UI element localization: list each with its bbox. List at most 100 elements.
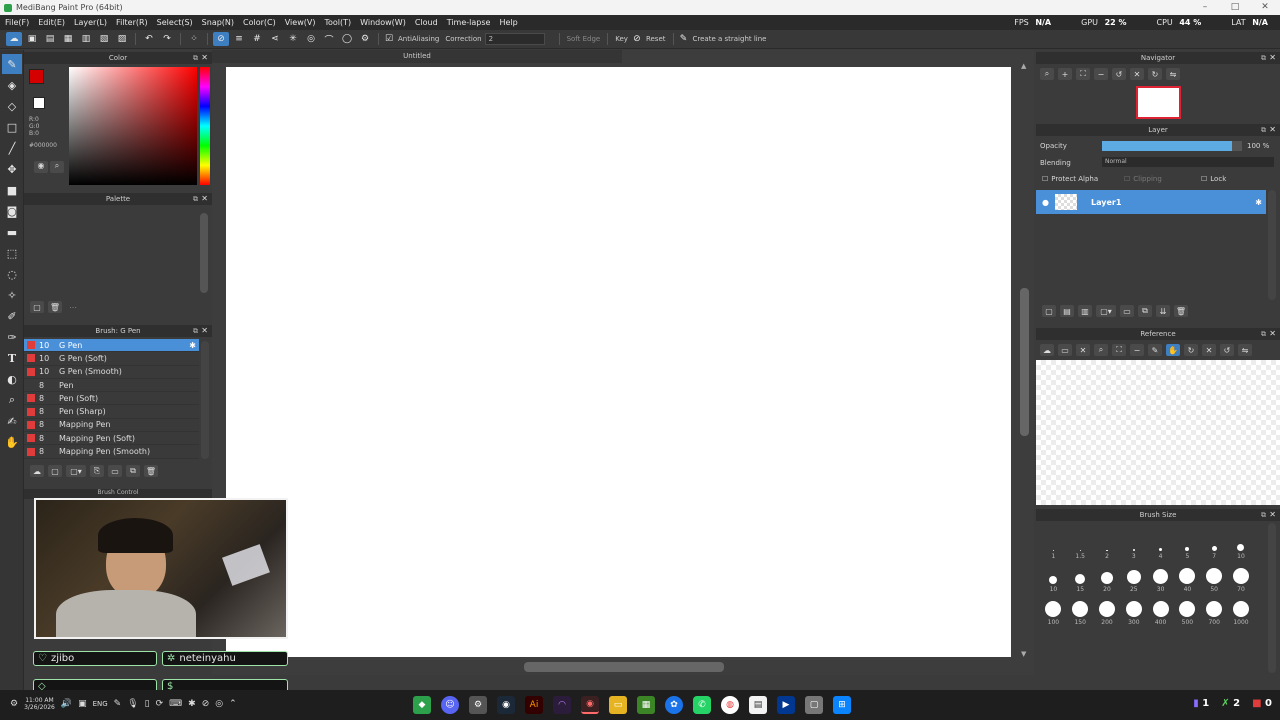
canvas-tab[interactable]: Untitled [212,50,622,63]
playstation-app-icon[interactable]: ▶ [777,696,795,714]
menu-file[interactable]: File(F) [5,18,29,27]
canvas-vertical-scrollbar[interactable] [1020,288,1029,436]
volume-icon[interactable]: 🔊 [61,699,72,709]
deselect-icon[interactable]: ⁘ [186,32,202,46]
palette-picker-icon[interactable]: ◉ [34,161,48,173]
brush-size-option[interactable]: 20 [1094,572,1121,593]
reset-icon[interactable]: ✕ [1202,344,1216,356]
actual-size-icon[interactable]: ⛶ [1076,68,1090,80]
delete-layer-icon[interactable]: 🗑 [1174,305,1188,317]
folder-icon[interactable]: ▭ [1120,305,1134,317]
close-icon[interactable]: ✕ [1269,328,1276,340]
brush-size-option[interactable]: 700 [1201,601,1228,626]
popout-icon[interactable]: ⧉ [193,193,198,205]
menu-snap[interactable]: Snap(N) [202,18,234,27]
brush-size-option[interactable]: 10 [1228,544,1255,560]
cloud-icon[interactable]: ☁ [1040,344,1054,356]
menu-layer[interactable]: Layer(L) [74,18,107,27]
brush-size-option[interactable]: 1 [1040,550,1067,560]
duplicate-layer-icon[interactable]: ⧉ [1138,305,1152,317]
layer-scrollbar[interactable] [1268,190,1276,300]
discord-app-icon[interactable]: ☺ [441,696,459,714]
straight-line-button[interactable]: Create a straight line [693,35,767,43]
add-layer-menu-icon[interactable]: ▢▾ [1096,305,1116,317]
pen-tool-icon[interactable]: ✎ [2,54,22,74]
brush-size-option[interactable]: 200 [1094,601,1121,626]
menu-cloud[interactable]: Cloud [415,18,438,27]
delete-brush-icon[interactable]: 🗑 [144,465,158,477]
divide-panel-icon[interactable]: ◐ [2,369,22,389]
gear-icon[interactable]: ✱ [189,341,196,350]
brush-size-option[interactable]: 500 [1174,601,1201,626]
zoom-in-icon[interactable]: ⌕ [1094,344,1108,356]
keyboard-icon[interactable]: ⌨ [169,699,182,709]
popout-icon[interactable]: ⧉ [1261,52,1266,64]
add-palette-icon[interactable]: ▢ [30,301,44,313]
hand-tool-icon[interactable]: ✋ [2,432,22,452]
battery-icon[interactable]: ▯ [145,699,150,709]
close-icon[interactable]: ✕ [201,52,208,64]
canvas-horizontal-scrollbar[interactable] [524,662,724,672]
eyedropper-icon[interactable]: ⌕ [2,390,22,410]
brush-size-option[interactable]: 4 [1147,548,1174,560]
menu-help[interactable]: Help [499,18,517,27]
minecraft-app-icon[interactable]: ▦ [637,696,655,714]
rectangle-tool-icon[interactable]: □ [2,117,22,137]
grid-icon[interactable]: ▨ [114,32,130,46]
brush-item[interactable]: 8 Pen (Sharp) [24,405,199,419]
delete-palette-icon[interactable]: 🗑 [48,301,62,313]
layer-row[interactable]: ● Layer1 ✱ [1036,190,1266,214]
brush-item[interactable]: 10 G Pen (Soft) [24,352,199,366]
brush-size-scrollbar[interactable] [1268,523,1276,673]
brush-size-option[interactable]: 1.5 [1067,550,1094,560]
eyedropper-icon[interactable]: ✎ [1148,344,1162,356]
export-icon[interactable]: ▥ [78,32,94,46]
mic-icon[interactable]: 🎙 [127,699,138,709]
language-indicator[interactable]: ENG [93,700,108,708]
brush-size-option[interactable]: 300 [1120,601,1147,626]
new-file-icon[interactable]: ▣ [24,32,40,46]
select-tool-icon[interactable]: ⬚ [2,243,22,263]
tray-item-3[interactable]: ■ 0 [1252,698,1272,709]
open-icon[interactable]: ▭ [1058,344,1072,356]
brush-scrollbar[interactable] [201,341,209,459]
duplicate-icon[interactable]: ⧉ [126,465,140,477]
copy-brush-icon[interactable]: ⎘ [90,465,104,477]
snap-circle-icon[interactable]: ◎ [303,32,319,46]
brush-size-option[interactable]: 1000 [1228,601,1255,626]
snap-ellipse-icon[interactable]: ◯ [339,32,355,46]
saturation-value-picker[interactable] [69,67,197,185]
brush-item[interactable]: 8 Mapping Pen (Smooth) [24,445,199,459]
menu-timelapse[interactable]: Time-lapse [447,18,491,27]
settings-icon[interactable]: ⚙ [10,699,18,709]
brush-size-option[interactable]: 30 [1147,569,1174,593]
menu-color[interactable]: Color(C) [243,18,276,27]
app-window-icon[interactable]: ▢ [805,696,823,714]
protect-alpha-option[interactable]: ☐ Protect Alpha [1042,175,1098,183]
clipping-option[interactable]: ☐ Clipping [1124,175,1162,183]
wifi-off-icon[interactable]: ⊘ [202,699,210,709]
scroll-down-icon[interactable]: ▼ [1021,650,1026,658]
display-icon[interactable]: ▣ [78,699,87,709]
text-tool-icon[interactable]: T [2,348,22,368]
menu-tool[interactable]: Tool(T) [324,18,351,27]
smudge-icon[interactable]: ✍ [2,411,22,431]
cloud-icon[interactable]: ☁ [6,32,22,46]
reset-rotation-icon[interactable]: ✕ [1130,68,1144,80]
brush-size-option[interactable]: 3 [1120,549,1147,560]
maximize-button[interactable]: □ [1220,0,1250,15]
popout-icon[interactable]: ⧉ [193,52,198,64]
app-icon[interactable]: ◠ [553,696,571,714]
store-app-icon[interactable]: ⊞ [833,696,851,714]
palette-scrollbar[interactable] [200,213,208,293]
select-eraser-icon[interactable]: ✑ [2,327,22,347]
menu-window[interactable]: Window(W) [360,18,406,27]
popout-icon[interactable]: ⧉ [1261,328,1266,340]
visibility-icon[interactable]: ● [1042,198,1049,207]
network-icon[interactable]: ✱ [188,699,196,709]
chevron-up-icon[interactable]: ⌃ [229,699,237,709]
close-icon[interactable]: ✕ [201,193,208,205]
line-tool-icon[interactable]: ╱ [2,138,22,158]
clock[interactable]: 11:00 AM 3/26/2026 [24,697,55,711]
page-icon[interactable]: ▧ [96,32,112,46]
